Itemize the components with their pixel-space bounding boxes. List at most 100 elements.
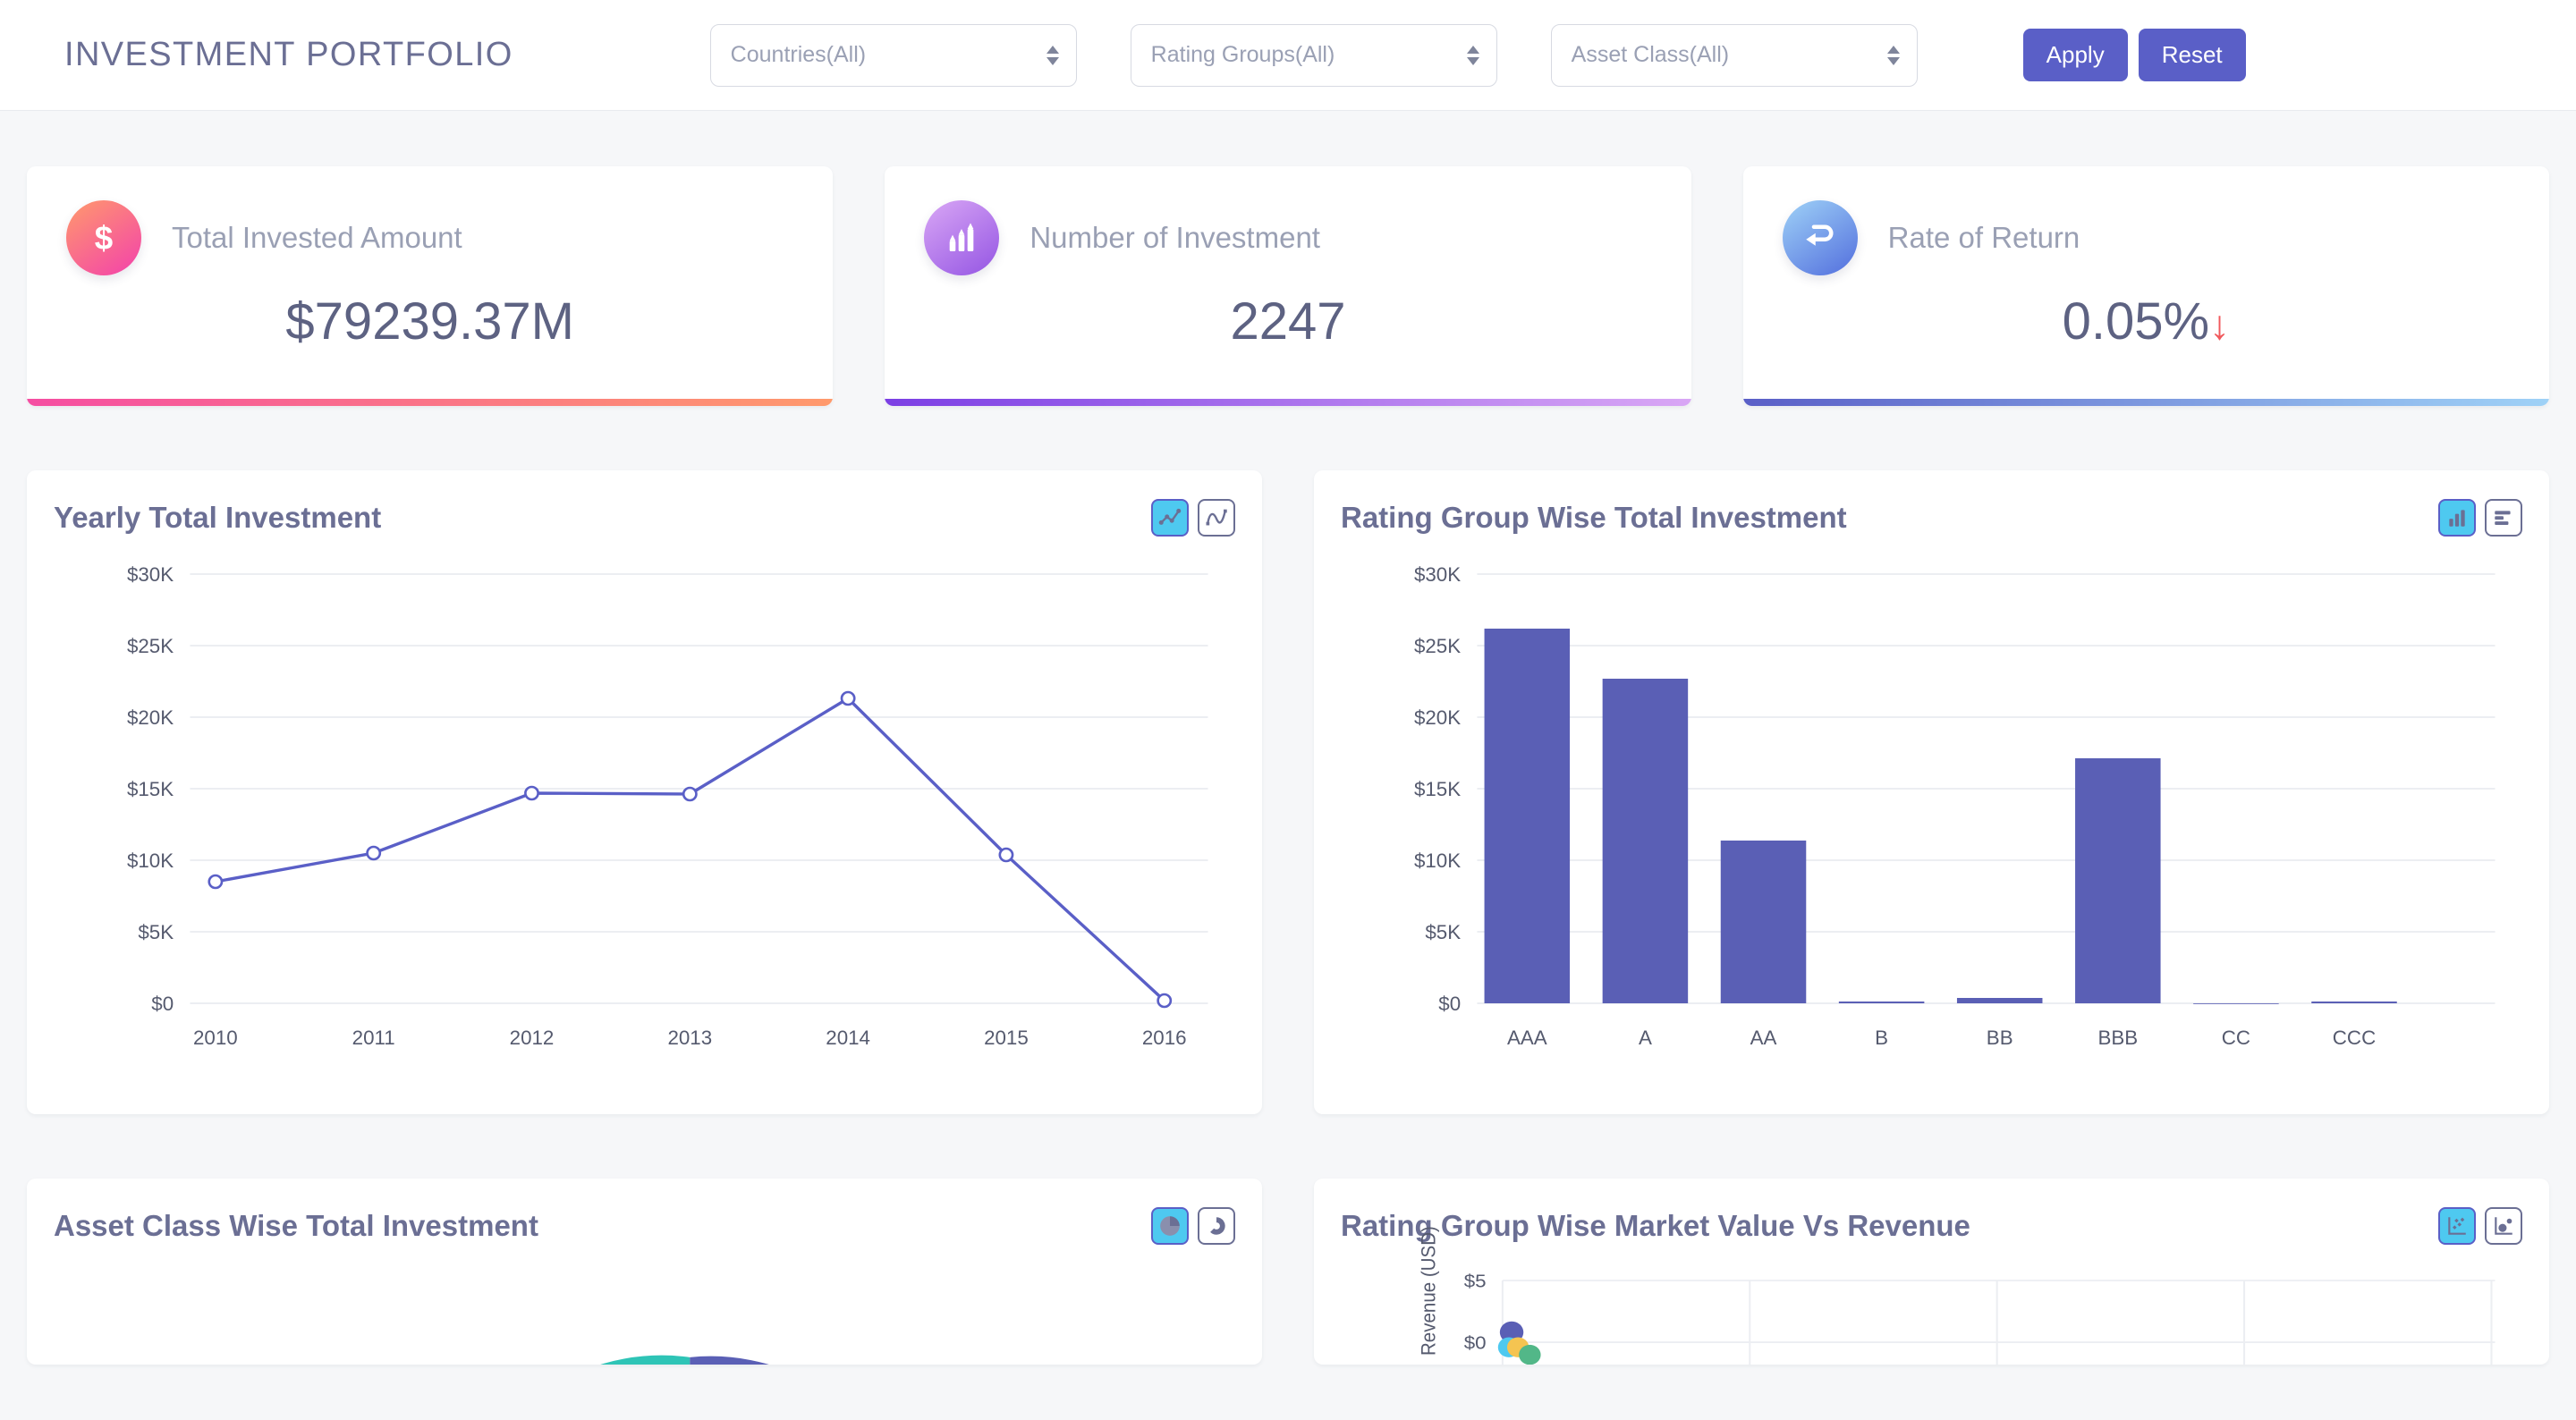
- trend-down-icon: ↓: [2209, 301, 2231, 348]
- svg-text:2014: 2014: [826, 1027, 870, 1049]
- chart-toolbar: [1151, 499, 1235, 537]
- svg-text:AAA: AAA: [1507, 1027, 1547, 1049]
- chart-card-market-value-vs-revenue: Rating Group Wise Market Value Vs Revenu…: [1314, 1179, 2549, 1365]
- chart-row-2: Asset Class Wise Total Investment Rating…: [0, 1114, 2576, 1365]
- kpi-value-wrapper: 0.05%↓: [1743, 292, 2549, 351]
- svg-text:$20K: $20K: [1414, 706, 1461, 729]
- kpi-value: 2247: [1230, 292, 1346, 351]
- kpi-accent-bar: [1742, 399, 2549, 406]
- kpi-label: Number of Investment: [1030, 221, 1320, 254]
- horizontal-bar-chart-icon[interactable]: [2485, 499, 2522, 537]
- vertical-bar-chart-icon[interactable]: [2438, 499, 2476, 537]
- chart-toolbar: [2438, 499, 2522, 537]
- kpi-value-wrapper: 2247: [885, 292, 1690, 351]
- reset-button[interactable]: Reset: [2138, 29, 2246, 81]
- svg-text:2013: 2013: [667, 1027, 712, 1049]
- chart-row-1: Yearly Total Investment $30K $25K $20K $…: [0, 406, 2576, 1114]
- countries-filter[interactable]: Countries(All): [709, 23, 1077, 87]
- kpi-card-rate-of-return: Rate of Return 0.05%↓: [1742, 166, 2549, 406]
- kpi-value-wrapper: $79239.37M: [27, 292, 833, 351]
- chart-toolbar: [2438, 1207, 2522, 1245]
- svg-text:$0: $0: [151, 993, 174, 1015]
- svg-text:$20K: $20K: [127, 706, 174, 729]
- bar-chart-icon: [924, 200, 1000, 275]
- plot-area-yearly: $30K $25K $20K $15K $10K $5K $0 2010 201…: [54, 547, 1235, 1084]
- scatter-plot-icon[interactable]: [2438, 1207, 2476, 1245]
- y-axis-labels: $30K $25K $20K $15K $10K $5K $0: [1414, 563, 1461, 1015]
- line-markers: [208, 690, 1173, 1009]
- chart-title: Rating Group Wise Market Value Vs Revenu…: [1341, 1209, 1970, 1242]
- rating-groups-filter[interactable]: Rating Groups(All): [1130, 23, 1497, 87]
- svg-text:AA: AA: [1750, 1027, 1777, 1049]
- donut-chart-icon[interactable]: [1198, 1207, 1235, 1245]
- svg-text:A: A: [1639, 1027, 1652, 1049]
- svg-text:CC: CC: [2222, 1027, 2250, 1049]
- kpi-value: 0.05%: [2062, 292, 2210, 351]
- scatter-gridlines: [1501, 1280, 2496, 1365]
- line-series: [215, 696, 1165, 1002]
- chevron-updown-icon: [1046, 45, 1059, 65]
- kpi-card-total-invested-amount: $ Total Invested Amount $79239.37M: [27, 166, 834, 406]
- kpi-value: $79239.37M: [285, 292, 574, 351]
- asset-class-filter-value[interactable]: Asset Class(All): [1550, 23, 1918, 87]
- y-axis-labels: $5 $0: [1464, 1271, 1487, 1353]
- chevron-updown-icon: [1466, 45, 1479, 65]
- y-axis-labels: $30K $25K $20K $15K $10K $5K $0: [127, 563, 174, 1015]
- countries-filter-value[interactable]: Countries(All): [709, 23, 1077, 87]
- svg-text:2011: 2011: [352, 1027, 395, 1049]
- bubble-chart-icon[interactable]: [2485, 1207, 2522, 1245]
- chart-toolbar: [1151, 1207, 1235, 1245]
- svg-text:2016: 2016: [1142, 1027, 1187, 1049]
- svg-text:CCC: CCC: [2333, 1027, 2376, 1049]
- svg-text:$30K: $30K: [1414, 563, 1461, 586]
- dollar-icon: $: [66, 200, 141, 275]
- chart-card-asset-class-total-investment: Asset Class Wise Total Investment: [27, 1179, 1262, 1365]
- filter-actions: Apply Reset: [2022, 29, 2246, 81]
- svg-text:$0: $0: [1438, 993, 1461, 1015]
- svg-text:$5: $5: [1464, 1271, 1487, 1291]
- chart-title: Rating Group Wise Total Investment: [1341, 501, 1847, 534]
- plot-area-market-vs-revenue: $5 $0 Revenue (USD): [1341, 1226, 2522, 1365]
- svg-text:2010: 2010: [193, 1027, 238, 1049]
- x-axis-labels: AAA A AA B BB BBB CC CCC: [1507, 1027, 2376, 1049]
- chart-card-yearly-total-investment: Yearly Total Investment $30K $25K $20K $…: [27, 470, 1262, 1114]
- asset-class-filter[interactable]: Asset Class(All): [1550, 23, 1918, 87]
- svg-text:$25K: $25K: [1414, 635, 1461, 657]
- svg-text:2015: 2015: [984, 1027, 1029, 1049]
- line-chart-icon[interactable]: [1151, 499, 1189, 537]
- apply-button[interactable]: Apply: [2022, 29, 2128, 81]
- kpi-card-number-of-investment: Number of Investment 2247: [885, 166, 1691, 406]
- svg-text:$5K: $5K: [138, 921, 174, 943]
- chart-card-rating-group-total-investment: Rating Group Wise Total Investment $30K …: [1314, 470, 2549, 1114]
- svg-text:$15K: $15K: [1414, 778, 1461, 800]
- chevron-updown-icon: [1886, 45, 1900, 65]
- filter-bar: Countries(All) Rating Groups(All) Asset …: [709, 23, 2246, 87]
- plot-area-rating-group: $30K $25K $20K $15K $10K $5K $0 AAA A AA…: [1341, 547, 2522, 1084]
- svg-text:$0: $0: [1464, 1332, 1487, 1353]
- chart-title: Asset Class Wise Total Investment: [54, 1209, 538, 1242]
- pie-chart-svg: CMO, 26.71%: [600, 1355, 976, 1365]
- svg-text:$25K: $25K: [127, 635, 174, 657]
- rating-groups-filter-value[interactable]: Rating Groups(All): [1130, 23, 1497, 87]
- plot-area-asset-class: CMO, 26.71%: [54, 1255, 1235, 1365]
- kpi-row: $ Total Invested Amount $79239.37M Numbe…: [0, 111, 2576, 406]
- page-title: INVESTMENT PORTFOLIO: [64, 36, 513, 73]
- bar-series: [1484, 629, 2397, 1004]
- y-axis-title: Revenue (USD): [1418, 1226, 1440, 1356]
- svg-text:$5K: $5K: [1425, 921, 1461, 943]
- svg-text:$: $: [95, 219, 113, 256]
- chart-title: Yearly Total Investment: [54, 501, 382, 534]
- return-arrow-icon: [1782, 200, 1858, 275]
- line-chart-svg: $30K $25K $20K $15K $10K $5K $0 2010 201…: [127, 563, 1208, 1049]
- svg-text:$10K: $10K: [1414, 849, 1461, 872]
- svg-text:$10K: $10K: [127, 849, 174, 872]
- pie-chart-icon[interactable]: [1151, 1207, 1189, 1245]
- app-header: INVESTMENT PORTFOLIO Countries(All) Rati…: [0, 0, 2576, 111]
- bar-chart-svg: $30K $25K $20K $15K $10K $5K $0 AAA A AA…: [1414, 563, 2496, 1049]
- kpi-accent-bar: [885, 399, 1691, 406]
- svg-text:$15K: $15K: [127, 778, 174, 800]
- svg-text:2012: 2012: [510, 1027, 555, 1049]
- svg-text:BB: BB: [1987, 1027, 2013, 1049]
- spline-chart-icon[interactable]: [1198, 499, 1235, 537]
- kpi-label: Total Invested Amount: [172, 221, 462, 254]
